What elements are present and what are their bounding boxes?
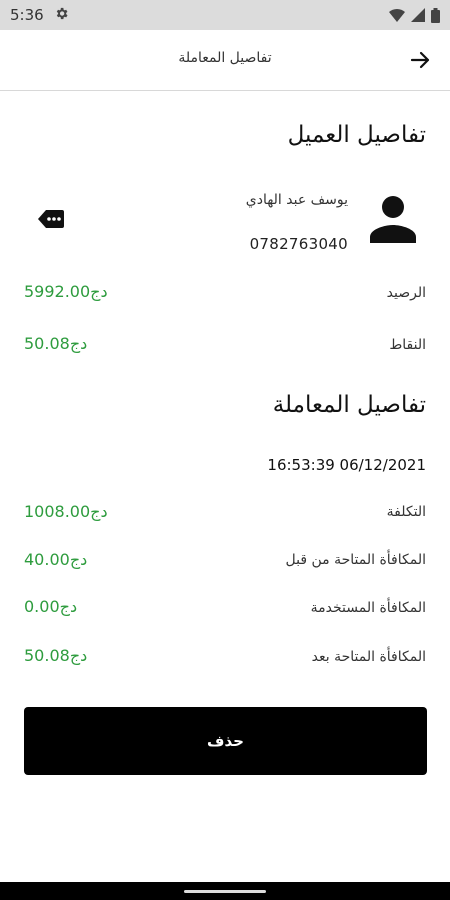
- settings-gear-icon: [56, 7, 68, 20]
- status-icons: [389, 7, 440, 23]
- battery-icon: [431, 7, 440, 23]
- reward-before-label: المكافأة المتاحة من قبل: [285, 552, 426, 568]
- reward-before-value: 40.00دج: [24, 550, 88, 569]
- customer-phone: 0782763040: [249, 235, 348, 253]
- home-gesture-handle[interactable]: [184, 890, 266, 893]
- balance-label: الرصيد: [386, 285, 426, 301]
- cost-value: 1008.00دج: [24, 502, 108, 521]
- reward-after-label: المكافأة المتاحة بعد: [311, 649, 426, 665]
- back-arrow-icon[interactable]: [408, 48, 432, 72]
- status-time: 5:36: [10, 6, 44, 24]
- reward-after-value: 50.08دج: [24, 646, 88, 665]
- points-label: النقاط: [389, 337, 426, 353]
- message-icon[interactable]: [37, 207, 65, 231]
- status-bar: 5:36: [0, 0, 450, 30]
- delete-button-label: حذف: [207, 732, 244, 750]
- points-value: 50.08دج: [24, 334, 88, 353]
- page-title: تفاصيل المعاملة: [178, 50, 272, 66]
- person-avatar-icon: [370, 196, 416, 243]
- reward-used-value: 0.00دج: [24, 597, 78, 616]
- system-nav-bar: [0, 882, 450, 900]
- transaction-datetime: 16:53:39 06/12/2021: [267, 456, 426, 474]
- delete-button[interactable]: حذف: [24, 707, 427, 775]
- transaction-section-title: تفاصيل المعاملة: [272, 392, 426, 418]
- customer-name: يوسف عبد الهادي: [245, 192, 348, 208]
- wifi-icon: [389, 8, 405, 22]
- balance-value: 5992.00دج: [24, 282, 108, 301]
- customer-section-title: تفاصيل العميل: [287, 122, 426, 148]
- reward-used-label: المكافأة المستخدمة: [310, 600, 426, 616]
- app-bar: تفاصيل المعاملة: [0, 30, 450, 91]
- cellular-signal-icon: [411, 8, 425, 22]
- cost-label: التكلفة: [386, 504, 426, 520]
